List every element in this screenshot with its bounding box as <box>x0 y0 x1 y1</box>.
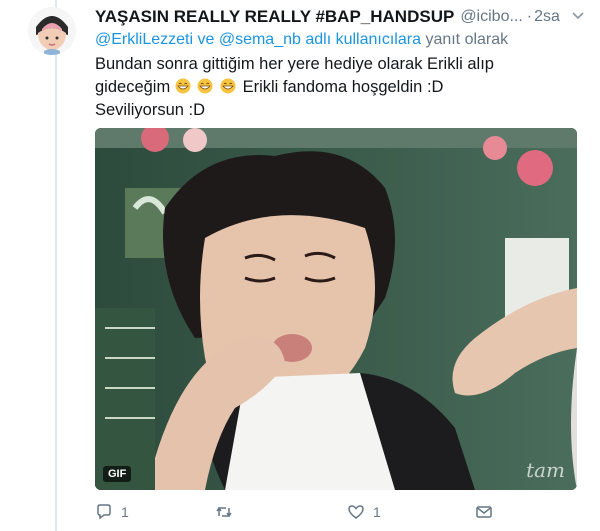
user-handle[interactable]: @icibo... <box>460 8 522 26</box>
grinning-tears-emoji <box>220 78 236 94</box>
like-button[interactable]: 1 <box>347 503 381 521</box>
heart-icon <box>348 505 364 519</box>
reply-context-label: yanıt olarak <box>425 31 509 48</box>
gif-badge: GIF <box>103 466 132 482</box>
tweet-text-line-2-start: gideceğim <box>95 78 171 96</box>
reply-button[interactable]: 1 <box>95 503 129 521</box>
reply-mentions-link[interactable]: @ErkliLezzeti ve @sema_nb <box>95 31 301 48</box>
tweet-text-line-2: gideceğim Erikli fandoma hoşgeldin :D <box>95 76 575 99</box>
chevron-down-icon[interactable] <box>571 9 585 23</box>
tweet-header: YAŞASIN REALLY REALLY #BAP_HANDSUP @icib… <box>95 6 585 28</box>
separator-dot: · <box>526 8 533 25</box>
display-name[interactable]: YAŞASIN REALLY REALLY #BAP_HANDSUP <box>95 7 454 27</box>
profile-avatar[interactable] <box>28 7 76 55</box>
tweet-media-gif[interactable]: GIF tam <box>95 128 577 490</box>
tweet-text: Bundan sonra gittiğim her yere hediye ol… <box>95 53 575 122</box>
tweet-actions: 1 1 <box>95 502 535 522</box>
reply-count: 1 <box>121 504 129 520</box>
tweet-text-line-3: Seviliyorsun :D <box>95 101 206 119</box>
avatar-illustration <box>28 7 76 55</box>
direct-message-button[interactable] <box>475 503 501 521</box>
reply-icon <box>97 504 111 520</box>
retweet-icon <box>216 506 232 518</box>
envelope-icon <box>476 506 492 518</box>
timestamp[interactable]: 2sa <box>534 8 560 26</box>
reply-mentions-suffix[interactable]: adlı kullanıcılara <box>305 31 421 48</box>
tweet-text-line-1: Bundan sonra gittiğim her yere hediye ol… <box>95 55 494 73</box>
thread-connector-line <box>55 0 57 531</box>
like-count: 1 <box>373 504 381 520</box>
reply-context: @ErkliLezzeti ve @sema_nb adlı kullanıcı… <box>95 31 508 49</box>
gif-frame-illustration <box>95 128 577 490</box>
tweet-text-line-2-end: Erikli fandoma hoşgeldin :D <box>242 78 444 96</box>
grinning-tears-emoji <box>175 78 191 94</box>
media-watermark: tam <box>526 458 565 482</box>
grinning-tears-emoji <box>197 78 213 94</box>
retweet-button[interactable] <box>215 503 241 521</box>
